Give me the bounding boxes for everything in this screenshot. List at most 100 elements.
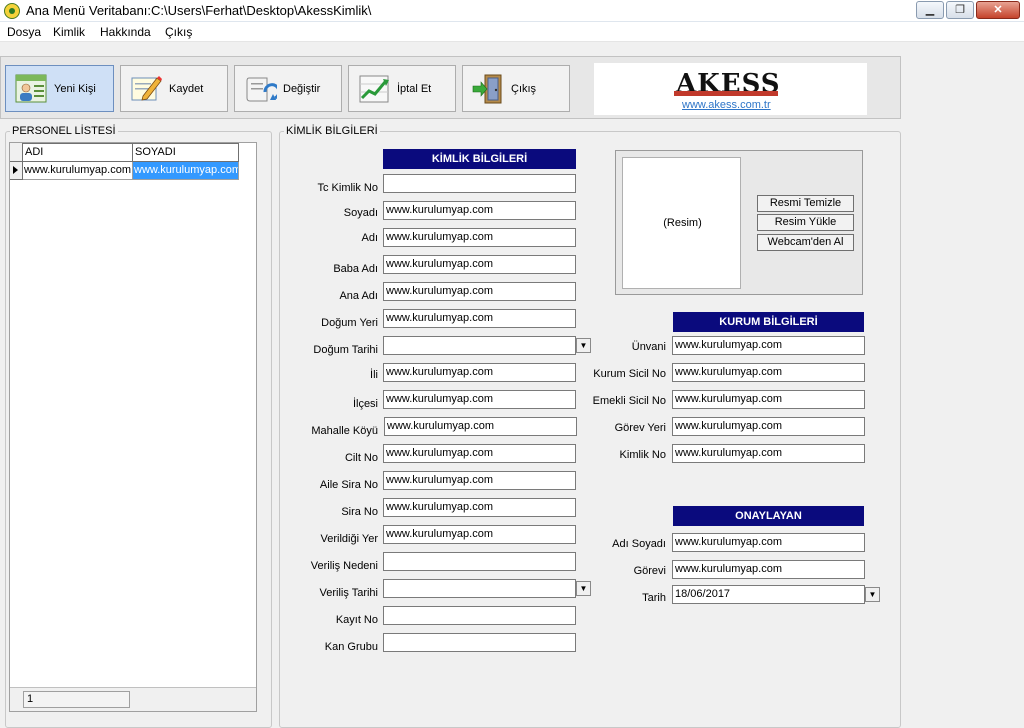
- menu-kimlik[interactable]: Kimlik: [53, 25, 85, 39]
- column-header-soyadi[interactable]: SOYADI: [133, 143, 239, 162]
- label-kurum-sicil-no: Kurum Sicil No: [593, 368, 666, 380]
- verilis-tarihi-dropdown-arrow-icon[interactable]: ▼: [576, 581, 591, 596]
- adi-soyadi-input[interactable]: www.kurulumyap.com: [672, 533, 865, 552]
- maximize-button[interactable]: ❐: [946, 1, 974, 19]
- label-verilis-nedeni: Veriliş Nedeni: [310, 560, 378, 572]
- gorev-yeri-input[interactable]: www.kurulumyap.com: [672, 417, 865, 436]
- menu-dosya[interactable]: Dosya: [7, 25, 41, 39]
- label-aile-sira-no: Aile Sira No: [319, 479, 378, 491]
- photo-box[interactable]: (Resim): [622, 157, 741, 289]
- save-icon: [129, 72, 163, 106]
- soyadi-input[interactable]: www.kurulumyap.com: [383, 201, 576, 220]
- close-button[interactable]: ✕: [976, 1, 1020, 19]
- record-count: 1: [23, 691, 130, 708]
- label-ilcesi: İlçesi: [352, 398, 378, 410]
- personel-grid[interactable]: ADI SOYADI www.kurulumyap.com www.kurulu…: [9, 142, 257, 712]
- grid-corner: [10, 143, 23, 162]
- cancel-label: İptal Et: [397, 82, 432, 95]
- adi-input[interactable]: www.kurulumyap.com: [383, 228, 576, 247]
- tc-kimlik-no-input[interactable]: [383, 174, 576, 193]
- logo-underline: [674, 91, 778, 96]
- unvani-input[interactable]: www.kurulumyap.com: [672, 336, 865, 355]
- dogum-tarihi-dropdown-arrow-icon[interactable]: ▼: [576, 338, 591, 353]
- label-unvani: Ünvani: [631, 341, 666, 353]
- edit-label: Değiştir: [283, 82, 321, 95]
- kurum-section-header: KURUM BİLGİLERİ: [673, 312, 864, 332]
- tarih-dropdown-arrow-icon[interactable]: ▼: [865, 587, 880, 602]
- cilt-no-input[interactable]: www.kurulumyap.com: [383, 444, 576, 463]
- verilis-nedeni-input[interactable]: [383, 552, 576, 571]
- new-person-button[interactable]: Yeni Kişi: [5, 65, 114, 112]
- label-dogum-tarihi: Doğum Tarihi: [313, 344, 378, 356]
- label-soyadi: Soyadı: [343, 207, 378, 219]
- cell-soyadi[interactable]: www.kurulumyap.com: [133, 162, 239, 180]
- label-baba-adi: Baba Adı: [333, 263, 378, 275]
- verilis-tarihi-input[interactable]: [383, 579, 576, 598]
- verildigi-yer-input[interactable]: www.kurulumyap.com: [383, 525, 576, 544]
- kimlik-group-title: KİMLİK BİLGİLERİ: [284, 125, 380, 137]
- minimize-button[interactable]: ▁: [916, 1, 944, 19]
- cancel-button[interactable]: İptal Et: [348, 65, 456, 112]
- onaylayan-section-header: ONAYLAYAN: [673, 506, 864, 526]
- dogum-tarihi-input[interactable]: [383, 336, 576, 355]
- ili-input[interactable]: www.kurulumyap.com: [383, 363, 576, 382]
- label-ana-adi: Ana Adı: [339, 290, 378, 302]
- menu-hakkinda[interactable]: Hakkında: [100, 25, 151, 39]
- cell-adi[interactable]: www.kurulumyap.com: [23, 162, 133, 180]
- edit-button[interactable]: Değiştir: [234, 65, 342, 112]
- dogum-yeri-input[interactable]: www.kurulumyap.com: [383, 309, 576, 328]
- app-icon: [4, 3, 20, 19]
- kayit-no-input[interactable]: [383, 606, 576, 625]
- edit-icon: [243, 72, 281, 106]
- mahalle-koyu-input[interactable]: www.kurulumyap.com: [384, 417, 577, 436]
- row-pointer-icon: [10, 162, 23, 180]
- aile-sira-no-input[interactable]: www.kurulumyap.com: [383, 471, 576, 490]
- photo-placeholder: (Resim): [663, 217, 702, 229]
- label-tarih: Tarih: [642, 592, 666, 604]
- label-adi: Adı: [361, 232, 378, 244]
- label-adi-soyadi: Adı Soyadı: [612, 538, 666, 550]
- window-title: Ana Menü Veritabanı:C:\Users\Ferhat\Desk…: [26, 3, 372, 18]
- new-person-label: Yeni Kişi: [54, 82, 96, 95]
- kimlik-no-input[interactable]: www.kurulumyap.com: [672, 444, 865, 463]
- photo-panel: (Resim) Resmi Temizle Resim Yükle Webcam…: [615, 150, 863, 295]
- ilcesi-input[interactable]: www.kurulumyap.com: [383, 390, 576, 409]
- akess-website-link[interactable]: www.akess.com.tr: [682, 99, 771, 111]
- label-kayit-no: Kayıt No: [335, 614, 378, 626]
- label-kan-grubu: Kan Grubu: [324, 641, 378, 653]
- webcam-button[interactable]: Webcam'den Al: [757, 234, 854, 251]
- kurum-sicil-no-input[interactable]: www.kurulumyap.com: [672, 363, 865, 382]
- load-photo-button[interactable]: Resim Yükle: [757, 214, 854, 231]
- save-button[interactable]: Kaydet: [120, 65, 228, 112]
- emekli-sicil-no-input[interactable]: www.kurulumyap.com: [672, 390, 865, 409]
- baba-adi-input[interactable]: www.kurulumyap.com: [383, 255, 576, 274]
- title-bar: Ana Menü Veritabanı:C:\Users\Ferhat\Desk…: [0, 0, 1024, 22]
- kimlik-section-header: KİMLİK BİLGİLERİ: [383, 149, 576, 169]
- label-gorevi: Görevi: [633, 565, 666, 577]
- gorevi-input[interactable]: www.kurulumyap.com: [672, 560, 865, 579]
- label-sira-no: Sira No: [341, 506, 378, 518]
- table-row[interactable]: www.kurulumyap.com www.kurulumyap.com: [10, 162, 239, 180]
- toolbar: Yeni Kişi Kaydet Değiştir İptal Et Çıkış…: [0, 56, 901, 119]
- save-label: Kaydet: [169, 82, 204, 95]
- sira-no-input[interactable]: www.kurulumyap.com: [383, 498, 576, 517]
- label-emekli-sicil-no: Emekli Sicil No: [592, 395, 666, 407]
- exit-door-icon: [471, 72, 505, 106]
- label-tc-kimlik-no: Tc Kimlik No: [317, 182, 378, 194]
- exit-button[interactable]: Çıkış: [462, 65, 570, 112]
- menu-bar: Dosya Kimlik Hakkında Çıkış: [0, 22, 1024, 42]
- grid-footer: 1: [10, 687, 256, 711]
- kan-grubu-input[interactable]: [383, 633, 576, 652]
- grid-header: ADI SOYADI: [10, 143, 239, 162]
- personel-list-title: PERSONEL LİSTESİ: [10, 125, 118, 137]
- label-cilt-no: Cilt No: [344, 452, 378, 464]
- new-person-icon: [14, 72, 48, 106]
- label-gorev-yeri: Görev Yeri: [614, 422, 666, 434]
- clear-photo-button[interactable]: Resmi Temizle: [757, 195, 854, 212]
- ana-adi-input[interactable]: www.kurulumyap.com: [383, 282, 576, 301]
- label-mahalle-koyu: Mahalle Köyü: [311, 425, 378, 437]
- menu-cikis[interactable]: Çıkış: [165, 25, 192, 39]
- label-verildigi-yer: Verildiği Yer: [320, 533, 379, 545]
- tarih-input[interactable]: 18/06/2017: [672, 585, 865, 604]
- column-header-adi[interactable]: ADI: [23, 143, 133, 162]
